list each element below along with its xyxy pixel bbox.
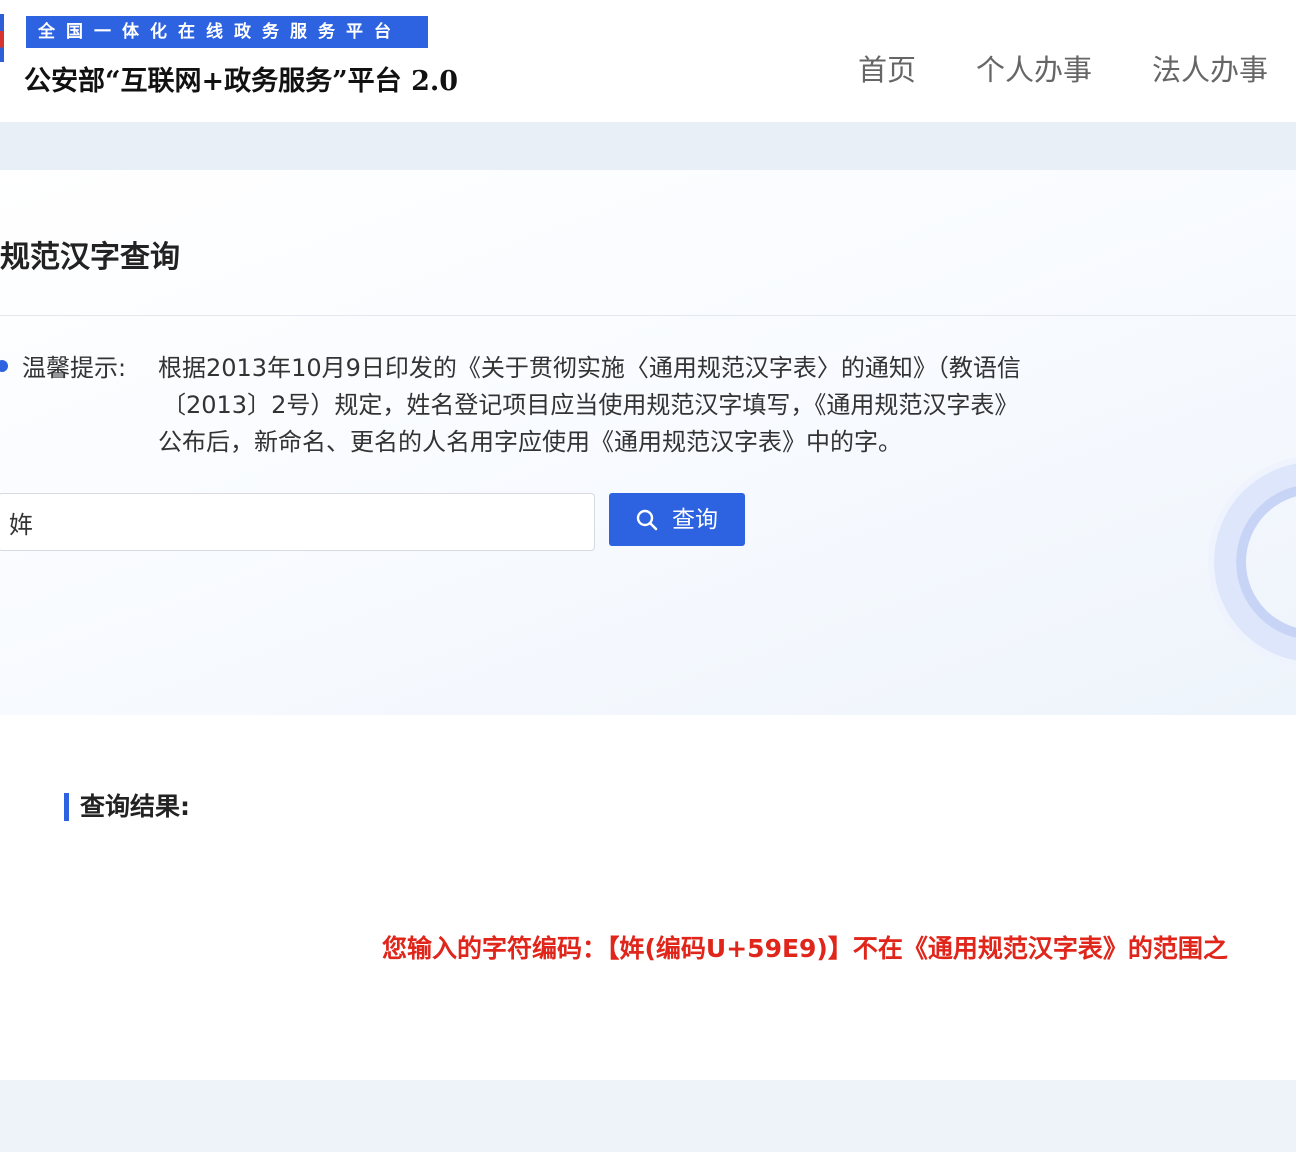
page-title: 规范汉字查询 bbox=[0, 240, 180, 275]
tip-label: 温馨提示: bbox=[22, 354, 127, 382]
logo-icon bbox=[0, 14, 4, 62]
ring-decoration bbox=[1214, 462, 1296, 662]
site-title[interactable]: 公安部“互联网+政务服务”平台 2.0 bbox=[24, 62, 458, 102]
section-marker bbox=[64, 793, 69, 821]
search-input[interactable] bbox=[0, 493, 595, 551]
header-band bbox=[0, 122, 1296, 170]
nav-item-home[interactable]: 首页 bbox=[858, 48, 916, 92]
divider bbox=[0, 315, 1296, 316]
search-button-label: 查询 bbox=[672, 506, 718, 532]
tip-line: 公布后，新命名、更名的人名用字应使用《通用规范汉字表》中的字。 bbox=[158, 428, 902, 456]
result-message: 您输入的字符编码：【姩(编码U+59E9)】不在《通用规范汉字表》的范围之 bbox=[382, 934, 1228, 963]
site-header: 全国一体化在线政务服务平台 公安部“互联网+政务服务”平台 2.0 首页 个人办… bbox=[0, 0, 1296, 122]
main-nav: 首页 个人办事 法人办事 bbox=[858, 48, 1268, 92]
results-section: 查询结果: 您输入的字符编码：【姩(编码U+59E9)】不在《通用规范汉字表》的… bbox=[0, 715, 1296, 1080]
footer-band bbox=[0, 1080, 1296, 1152]
tip-line: 根据2013年10月9日印发的《关于贯彻实施〈通用规范汉字表〉的通知》（教语信 bbox=[158, 354, 1021, 382]
nav-item-legal-person[interactable]: 法人办事 bbox=[1152, 48, 1268, 92]
tip-line: 〔2013〕2号）规定，姓名登记项目应当使用规范汉字填写，《通用规范汉字表》 bbox=[162, 391, 1019, 419]
search-button[interactable]: 查询 bbox=[609, 493, 745, 546]
result-title: 查询结果: bbox=[80, 792, 190, 821]
platform-banner[interactable]: 全国一体化在线政务服务平台 bbox=[26, 16, 428, 48]
nav-item-personal[interactable]: 个人办事 bbox=[976, 48, 1092, 92]
search-panel: 规范汉字查询 温馨提示: 根据2013年10月9日印发的《关于贯彻实施〈通用规范… bbox=[0, 170, 1296, 715]
tip-text: 根据2013年10月9日印发的《关于贯彻实施〈通用规范汉字表〉的通知》（教语信 … bbox=[158, 350, 1148, 461]
search-icon bbox=[636, 509, 658, 530]
lightbulb-icon bbox=[0, 360, 8, 372]
